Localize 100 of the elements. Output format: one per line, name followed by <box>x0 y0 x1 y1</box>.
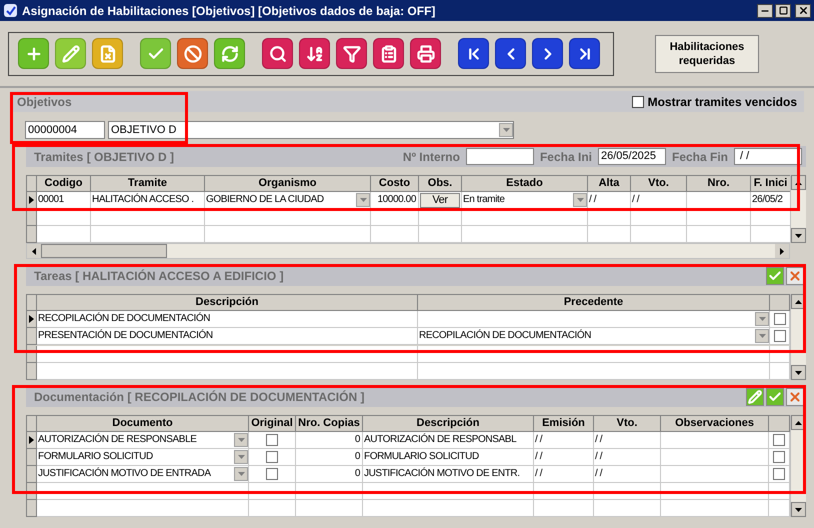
confirm-button[interactable] <box>766 388 784 406</box>
section-title: Tareas [ HALITACIÓN ACCESO A EDIFICIO ] <box>34 268 284 284</box>
prev-button[interactable] <box>495 38 526 69</box>
habilitaciones-button[interactable]: Habilitaciones requeridas <box>655 34 759 72</box>
dropdown-button[interactable] <box>234 467 248 481</box>
current-row-icon <box>29 436 34 444</box>
table-cell-text: JUSTIFICACIÓN MOTIVO DE ENTRADA <box>38 466 211 481</box>
column-header[interactable]: Alta <box>588 176 631 192</box>
dropdown-button[interactable] <box>499 123 513 137</box>
column-header[interactable]: Vto. <box>631 176 687 192</box>
column-header[interactable]: Nro. Copias <box>296 416 363 432</box>
checkbox[interactable] <box>266 434 278 446</box>
checkbox[interactable] <box>774 330 786 342</box>
column-header[interactable]: Descripción <box>37 295 418 311</box>
caret-icon <box>238 472 244 476</box>
file-delete-icon <box>98 44 116 62</box>
column-header[interactable]: Original <box>249 416 296 432</box>
dropdown-button[interactable] <box>356 193 370 207</box>
close-icon <box>798 5 808 16</box>
column-header[interactable]: Organismo <box>205 176 371 192</box>
caret-icon <box>360 198 366 202</box>
column-header[interactable]: Documento <box>37 416 249 432</box>
column-header[interactable]: Codigo <box>37 176 91 192</box>
column-header[interactable]: Descripción <box>363 416 534 432</box>
checkbox[interactable] <box>773 451 785 463</box>
cancel-icon <box>184 44 202 62</box>
table-cell-text: 0 <box>354 450 360 464</box>
dropdown-button[interactable] <box>755 312 769 326</box>
window-title: Asignación de Habilitaciones [Objetivos] [Objetivos dados de baja: OFF] <box>22 2 436 20</box>
print-button[interactable] <box>410 38 441 69</box>
checkbox[interactable] <box>773 434 785 446</box>
checkbox[interactable] <box>632 96 644 108</box>
check-icon <box>768 390 782 404</box>
scroll-down-icon <box>795 370 802 374</box>
column-header[interactable]: Estado <box>462 176 588 192</box>
first-button[interactable] <box>458 38 489 69</box>
column-header[interactable]: Observaciones <box>661 416 769 432</box>
table-cell-text: JUSTIFICACIÓN MOTIVO DE ENTR. <box>364 466 520 481</box>
refresh-button[interactable] <box>214 38 245 69</box>
table-cell-text: 10000.00 <box>377 193 416 207</box>
search-button[interactable] <box>262 38 293 69</box>
caret-icon <box>758 317 766 322</box>
minimize-button[interactable] <box>757 4 773 18</box>
table-cell-text: AUTORIZACIÓN DE RESPONSABLE <box>38 432 196 447</box>
dropdown-button[interactable] <box>234 450 248 464</box>
table-cell-text: / / <box>595 467 602 481</box>
code-field[interactable]: 00000004 <box>25 121 105 139</box>
dropdown-button[interactable] <box>573 193 587 207</box>
current-row-icon <box>29 315 34 324</box>
column-header[interactable]: Emisión <box>534 416 594 432</box>
dropdown-button[interactable] <box>755 329 769 344</box>
current-row-icon <box>29 196 34 204</box>
app-icon <box>3 3 18 18</box>
checkbox[interactable] <box>266 468 278 480</box>
checkbox[interactable] <box>266 451 278 463</box>
table-cell-text: / / <box>595 450 602 464</box>
date-field[interactable]: / / <box>734 148 802 165</box>
checkbox[interactable] <box>773 468 785 480</box>
column-header[interactable]: Precedente <box>418 295 770 311</box>
filter-icon <box>342 44 360 62</box>
add-button[interactable] <box>18 38 49 69</box>
objective-dropdown[interactable]: OBJETIVO D <box>108 121 514 139</box>
date-field[interactable]: 26/05/2025 <box>598 148 666 165</box>
close-button[interactable] <box>795 4 811 18</box>
table-cell-text: HALITACIÓN ACCESO . <box>92 192 194 207</box>
section-title: Tramites [ OBJETIVO D ] <box>34 148 174 166</box>
column-header[interactable]: Nro. <box>687 176 751 192</box>
sort-button[interactable] <box>299 38 330 69</box>
report-button[interactable] <box>373 38 404 69</box>
scroll-up-icon <box>795 180 802 184</box>
table-cell-text: / / <box>535 433 542 447</box>
sort-icon <box>306 44 324 62</box>
checkbox[interactable] <box>774 313 786 326</box>
edit-button[interactable] <box>746 388 764 406</box>
table-cell-text: 0 <box>354 467 360 481</box>
horizontal-scrollbar[interactable] <box>26 243 790 259</box>
column-header[interactable]: Costo <box>371 176 419 192</box>
refresh-icon <box>220 44 238 62</box>
column-header[interactable]: Tramite <box>91 176 205 192</box>
table-cell-text: PRESENTACIÓN DE DOCUMENTACIÓN <box>38 328 213 344</box>
maximize-button[interactable] <box>775 4 791 18</box>
field-label: Fecha Ini <box>540 148 592 166</box>
column-header[interactable]: Obs. <box>419 176 462 192</box>
table-cell-text: / / <box>632 193 640 207</box>
dropdown-button[interactable] <box>234 433 248 447</box>
confirm-button[interactable] <box>766 266 784 284</box>
view-button[interactable]: Ver <box>420 192 460 208</box>
filter-button[interactable] <box>336 38 367 69</box>
table-cell-text: FORMULARIO SOLICITUD <box>364 450 479 464</box>
section-title: Objetivos <box>17 94 72 110</box>
last-button[interactable] <box>569 38 600 69</box>
delete-button[interactable] <box>92 38 123 69</box>
printer-icon <box>416 44 434 62</box>
field-label: Fecha Fin <box>672 148 728 166</box>
scroll-up-icon <box>795 300 802 304</box>
column-header[interactable]: F. Inici <box>751 176 790 192</box>
date-field[interactable] <box>466 148 534 165</box>
column-header[interactable]: Vto. <box>594 416 661 432</box>
next-button[interactable] <box>532 38 563 69</box>
table-cell-text: RECOPILACIÓN DE DOCUMENTACIÓN <box>419 328 592 344</box>
